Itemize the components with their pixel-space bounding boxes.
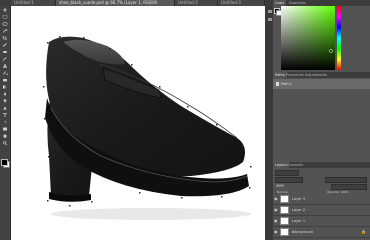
fill-field[interactable]: Fill: 100% [331,184,367,201]
pen-icon[interactable] [2,106,8,110]
lasso-icon[interactable] [2,22,8,26]
hue-slider[interactable] [337,6,341,70]
layer-row-background[interactable]: ◉ Background 🔒 [273,227,370,238]
path-select-icon[interactable] [2,120,8,124]
shoe-image [43,36,252,220]
path-thumbnail [276,82,279,86]
layer-name[interactable]: Layer 2 [292,208,305,212]
blur-icon[interactable] [2,92,8,96]
healing-icon[interactable] [2,50,8,54]
path-item-row[interactable]: Path 1 [273,79,370,89]
layer-name[interactable]: Layer 3 [292,197,305,201]
history-panel-icon[interactable] [268,10,272,13]
blend-mode-select[interactable]: Normal [275,177,303,194]
layer-filter-select[interactable]: Kind [275,170,299,187]
color-picker-field[interactable] [281,6,335,70]
eye-icon[interactable]: ◉ [274,197,278,201]
layer-row[interactable]: ◉ Layer 1 [273,216,370,227]
type-icon[interactable] [2,113,8,117]
dodge-icon[interactable] [2,99,8,103]
crop-icon[interactable] [2,36,8,40]
layer-thumbnail [280,228,289,236]
properties-panel-icon[interactable] [268,18,272,21]
eye-icon[interactable]: ◉ [274,219,278,223]
history-brush-icon[interactable] [2,71,8,75]
eye-icon[interactable]: ◉ [274,230,278,234]
quick-select-icon[interactable] [2,29,8,33]
layer-thumbnail [280,195,289,203]
layer-thumbnail [280,206,289,214]
lock-icon: 🔒 [361,229,366,234]
layer-thumbnail [280,217,289,225]
shape-icon[interactable] [2,127,8,131]
layer-name[interactable]: Background [292,230,313,234]
hand-icon[interactable] [2,134,8,138]
tab-channels[interactable]: Channels [285,162,305,168]
layer-row[interactable]: ◉ Layer 3 [273,194,370,205]
gradient-icon[interactable] [2,85,8,89]
tab-adjustments[interactable]: Adjustments [303,72,329,78]
marquee-icon[interactable] [2,15,8,19]
stamp-icon[interactable] [2,64,8,68]
opacity-field[interactable]: Opacity: 100% [325,177,367,194]
move-icon[interactable] [2,8,8,12]
foreground-color-swatch[interactable] [1,159,8,166]
right-panel-dock: Color Swatches Paths Properties Adjustme… [273,0,370,240]
path-item-label: Path 1 [281,82,293,86]
layers-panel-header: Layers Channels [273,162,370,168]
zoom-icon[interactable] [2,141,8,145]
layer-name[interactable]: Layer 1 [292,219,305,223]
eye-icon[interactable]: ◉ [274,208,278,212]
brush-icon[interactable] [2,57,8,61]
tools-panel [0,6,11,240]
lock-label: Lock: [276,184,284,188]
paths-panel-header: Paths Properties Adjustments [273,72,370,78]
eyedropper-icon[interactable] [2,43,8,47]
eraser-icon[interactable] [2,78,8,82]
document-canvas[interactable] [11,6,265,240]
layer-row[interactable]: ◉ Layer 2 [273,205,370,216]
